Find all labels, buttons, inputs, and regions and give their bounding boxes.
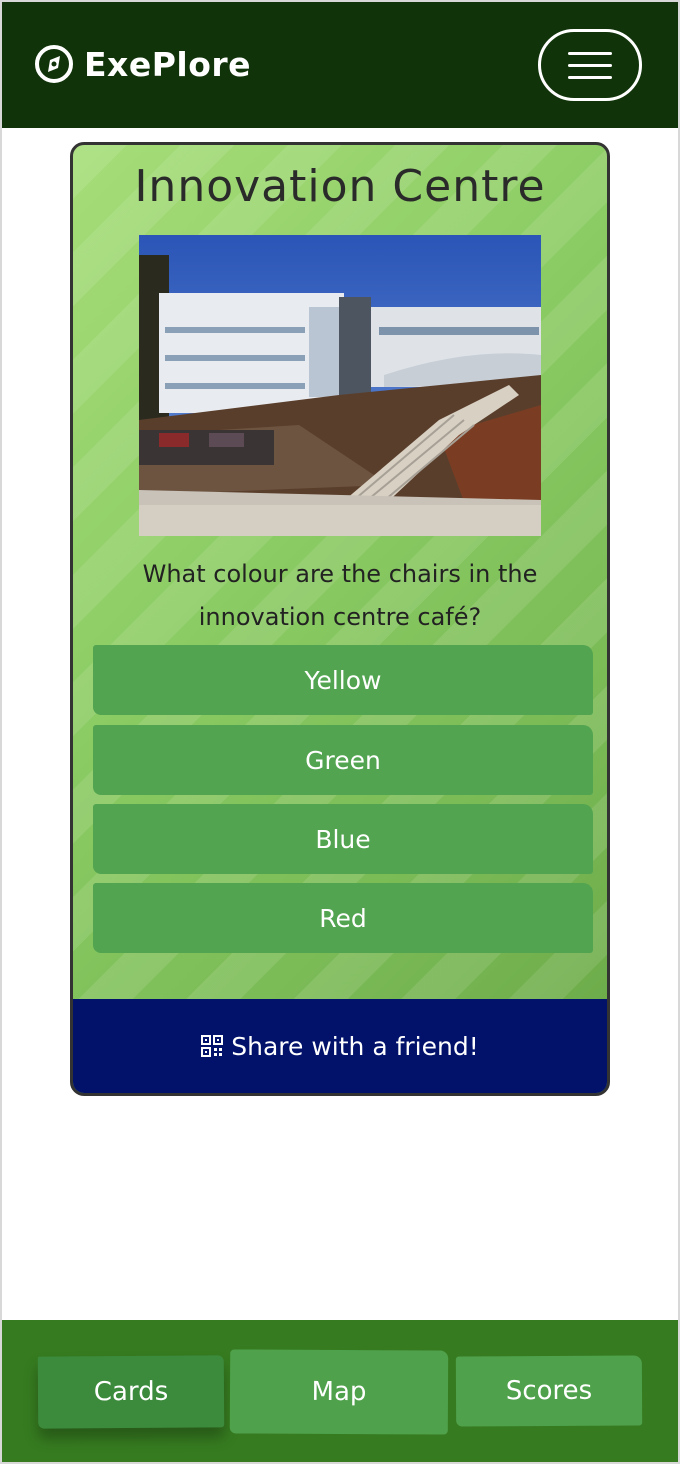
compass-icon [35, 45, 73, 83]
share-button[interactable]: Share with a friend! [73, 999, 607, 1093]
answer-option-red[interactable]: Red [93, 883, 593, 953]
hamburger-bar [568, 75, 612, 79]
share-label: Share with a friend! [231, 1031, 479, 1061]
brand-link[interactable]: ExePlore [34, 42, 251, 86]
answer-label: Red [319, 903, 367, 933]
answer-label: Green [305, 745, 381, 775]
tab-map[interactable]: Map [229, 1349, 449, 1435]
answer-label: Blue [315, 824, 371, 854]
location-card: Innovation Centre What colour are the ch… [70, 142, 610, 1096]
app-name: ExePlore [84, 44, 252, 84]
card-title: Innovation Centre [134, 161, 546, 212]
tab-label: Cards [93, 1376, 169, 1408]
bottom-navigation: Cards Map Scores [2, 1320, 678, 1462]
tab-label: Map [311, 1376, 367, 1408]
tab-label: Scores [505, 1375, 593, 1407]
top-app-bar: ExePlore [2, 2, 678, 128]
answer-option-green[interactable]: Green [93, 725, 593, 795]
tab-cards[interactable]: Cards [37, 1355, 225, 1429]
answer-option-yellow[interactable]: Yellow [93, 645, 593, 715]
hamburger-menu-button[interactable] [538, 29, 642, 101]
tab-scores[interactable]: Scores [455, 1355, 643, 1427]
question-text: What colour are the chairs in the innova… [142, 560, 538, 631]
answer-label: Yellow [304, 665, 382, 695]
building-photo [139, 235, 541, 536]
answer-option-blue[interactable]: Blue [93, 804, 593, 874]
hamburger-menu-icon [568, 51, 612, 55]
qr-code-icon [201, 1035, 224, 1057]
hamburger-bar [568, 63, 612, 67]
